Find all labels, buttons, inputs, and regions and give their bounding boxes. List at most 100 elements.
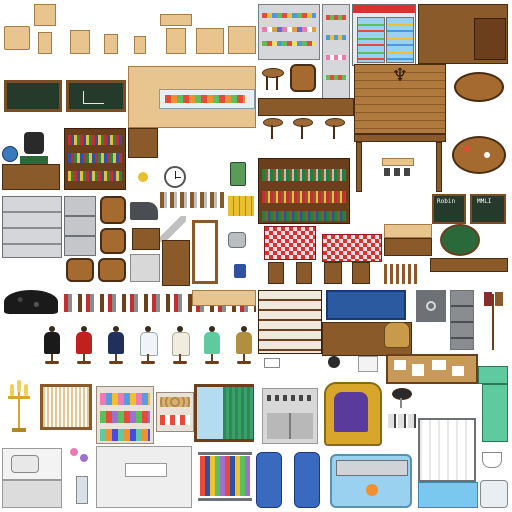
saw-icon <box>160 216 186 242</box>
workbench-icon <box>132 228 160 250</box>
bookshelf-icon <box>64 128 126 190</box>
support-post-icon <box>436 142 442 192</box>
locker-icon <box>64 196 96 256</box>
dining-table-icon <box>322 234 382 262</box>
kitchen-counter-icon <box>128 66 256 128</box>
blue-rug-icon <box>326 290 406 320</box>
wood-floor-icon: ♆ <box>354 64 446 134</box>
reception-counter-icon <box>330 454 412 508</box>
wall-beam-icon <box>354 134 446 142</box>
grocery-shelf-icon <box>258 4 320 60</box>
chalkboard-icon <box>66 80 126 112</box>
barrel-icon <box>100 228 126 254</box>
piano-stool-icon <box>390 386 412 408</box>
teal-panel-icon <box>478 366 508 384</box>
clothing-rack-icon <box>196 450 256 506</box>
school-chair-icon <box>104 34 118 54</box>
wood-frame-icon <box>192 220 218 284</box>
bar-counter-icon <box>258 98 354 116</box>
money-sack-icon <box>384 322 410 348</box>
school-chair-icon <box>166 28 186 54</box>
blue-chair-icon <box>256 452 282 508</box>
gold-ingot-icon <box>228 196 254 216</box>
bar-stool-icon <box>290 118 314 142</box>
wall-clock-icon <box>164 166 186 188</box>
yarn-shelf-icon <box>156 392 194 432</box>
crate-icon <box>162 240 190 286</box>
school-desk-icon <box>228 26 256 54</box>
flower-vase-icon <box>66 446 94 506</box>
bar-stool-icon <box>322 118 346 142</box>
locker-icon <box>2 196 62 258</box>
cubby-shelf-icon <box>258 290 322 354</box>
railing-icon <box>384 264 418 284</box>
roulette-table-icon <box>440 224 480 256</box>
school-chair-icon <box>34 4 56 26</box>
counter-icon <box>384 238 432 256</box>
coal-pile-icon <box>4 290 58 314</box>
stone-stairs-icon <box>130 254 160 282</box>
bulletin-board-icon <box>386 354 478 384</box>
mannequin-icon <box>228 326 260 366</box>
sewing-machine-icon <box>2 448 62 480</box>
round-table-icon <box>452 136 506 174</box>
filing-cabinet-icon <box>450 290 474 350</box>
counter-icon <box>128 128 158 158</box>
safe-icon <box>416 290 446 322</box>
blue-chair-icon <box>294 452 320 508</box>
vending-fridge-icon <box>352 4 416 66</box>
pot-icon <box>328 356 340 368</box>
mannequin-icon <box>132 326 164 366</box>
school-desk-icon <box>4 26 30 50</box>
throne-icon <box>320 380 382 446</box>
chalkboard-icon <box>4 80 62 112</box>
office-desk-icon <box>2 164 60 190</box>
long-bench-icon <box>192 290 256 306</box>
support-post-icon <box>356 142 362 192</box>
kitchen-cabinet-icon <box>262 388 318 444</box>
gold-ball-icon <box>138 172 148 182</box>
wall-switch-icon <box>388 414 416 428</box>
mannequin-icon <box>100 326 132 366</box>
glass-panel-icon <box>418 482 478 508</box>
recycle-bin-icon <box>230 162 246 186</box>
white-cabinet-icon <box>96 446 192 508</box>
mannequin-icon <box>196 326 228 366</box>
dining-chair-icon <box>352 262 370 284</box>
bar-stool-icon <box>260 118 284 142</box>
sewing-table-icon <box>2 480 62 508</box>
notepad-icon <box>358 356 378 372</box>
school-chair-icon <box>134 36 146 54</box>
bar-stool-icon <box>258 66 286 92</box>
anvil-icon <box>130 202 158 220</box>
jail-bars-icon <box>418 418 476 482</box>
globe-icon <box>2 146 18 162</box>
menu-title-left: Robin <box>437 198 456 205</box>
candle-chandelier-icon: ♆ <box>391 65 409 86</box>
barrel-icon <box>290 64 316 92</box>
barrel-icon <box>66 258 94 282</box>
paint-can-icon <box>234 264 246 278</box>
loom-icon <box>40 384 92 430</box>
school-desk-icon <box>160 14 192 26</box>
dining-chair-icon <box>324 262 342 284</box>
washbasin-icon <box>480 480 508 508</box>
pot-icon <box>228 232 246 248</box>
school-chair-icon <box>70 30 90 54</box>
teal-bed-icon <box>482 384 508 442</box>
casino-counter-icon <box>430 258 508 272</box>
teacup-icon <box>482 452 502 468</box>
furniture-tileset: ♆ Robin MMLI <box>0 0 512 512</box>
counter-icon <box>384 224 432 238</box>
book-icon <box>264 358 280 368</box>
dining-chair-icon <box>268 262 284 284</box>
mannequin-icon <box>36 326 68 366</box>
school-desk-icon <box>196 28 224 54</box>
green-blotter-icon <box>20 156 48 164</box>
barrel-icon <box>100 196 126 224</box>
barrel-icon <box>98 258 126 282</box>
coat-stand-icon <box>480 290 506 352</box>
grocery-shelf-icon <box>322 4 350 100</box>
round-table-icon <box>454 72 504 102</box>
mannequin-icon <box>164 326 196 366</box>
